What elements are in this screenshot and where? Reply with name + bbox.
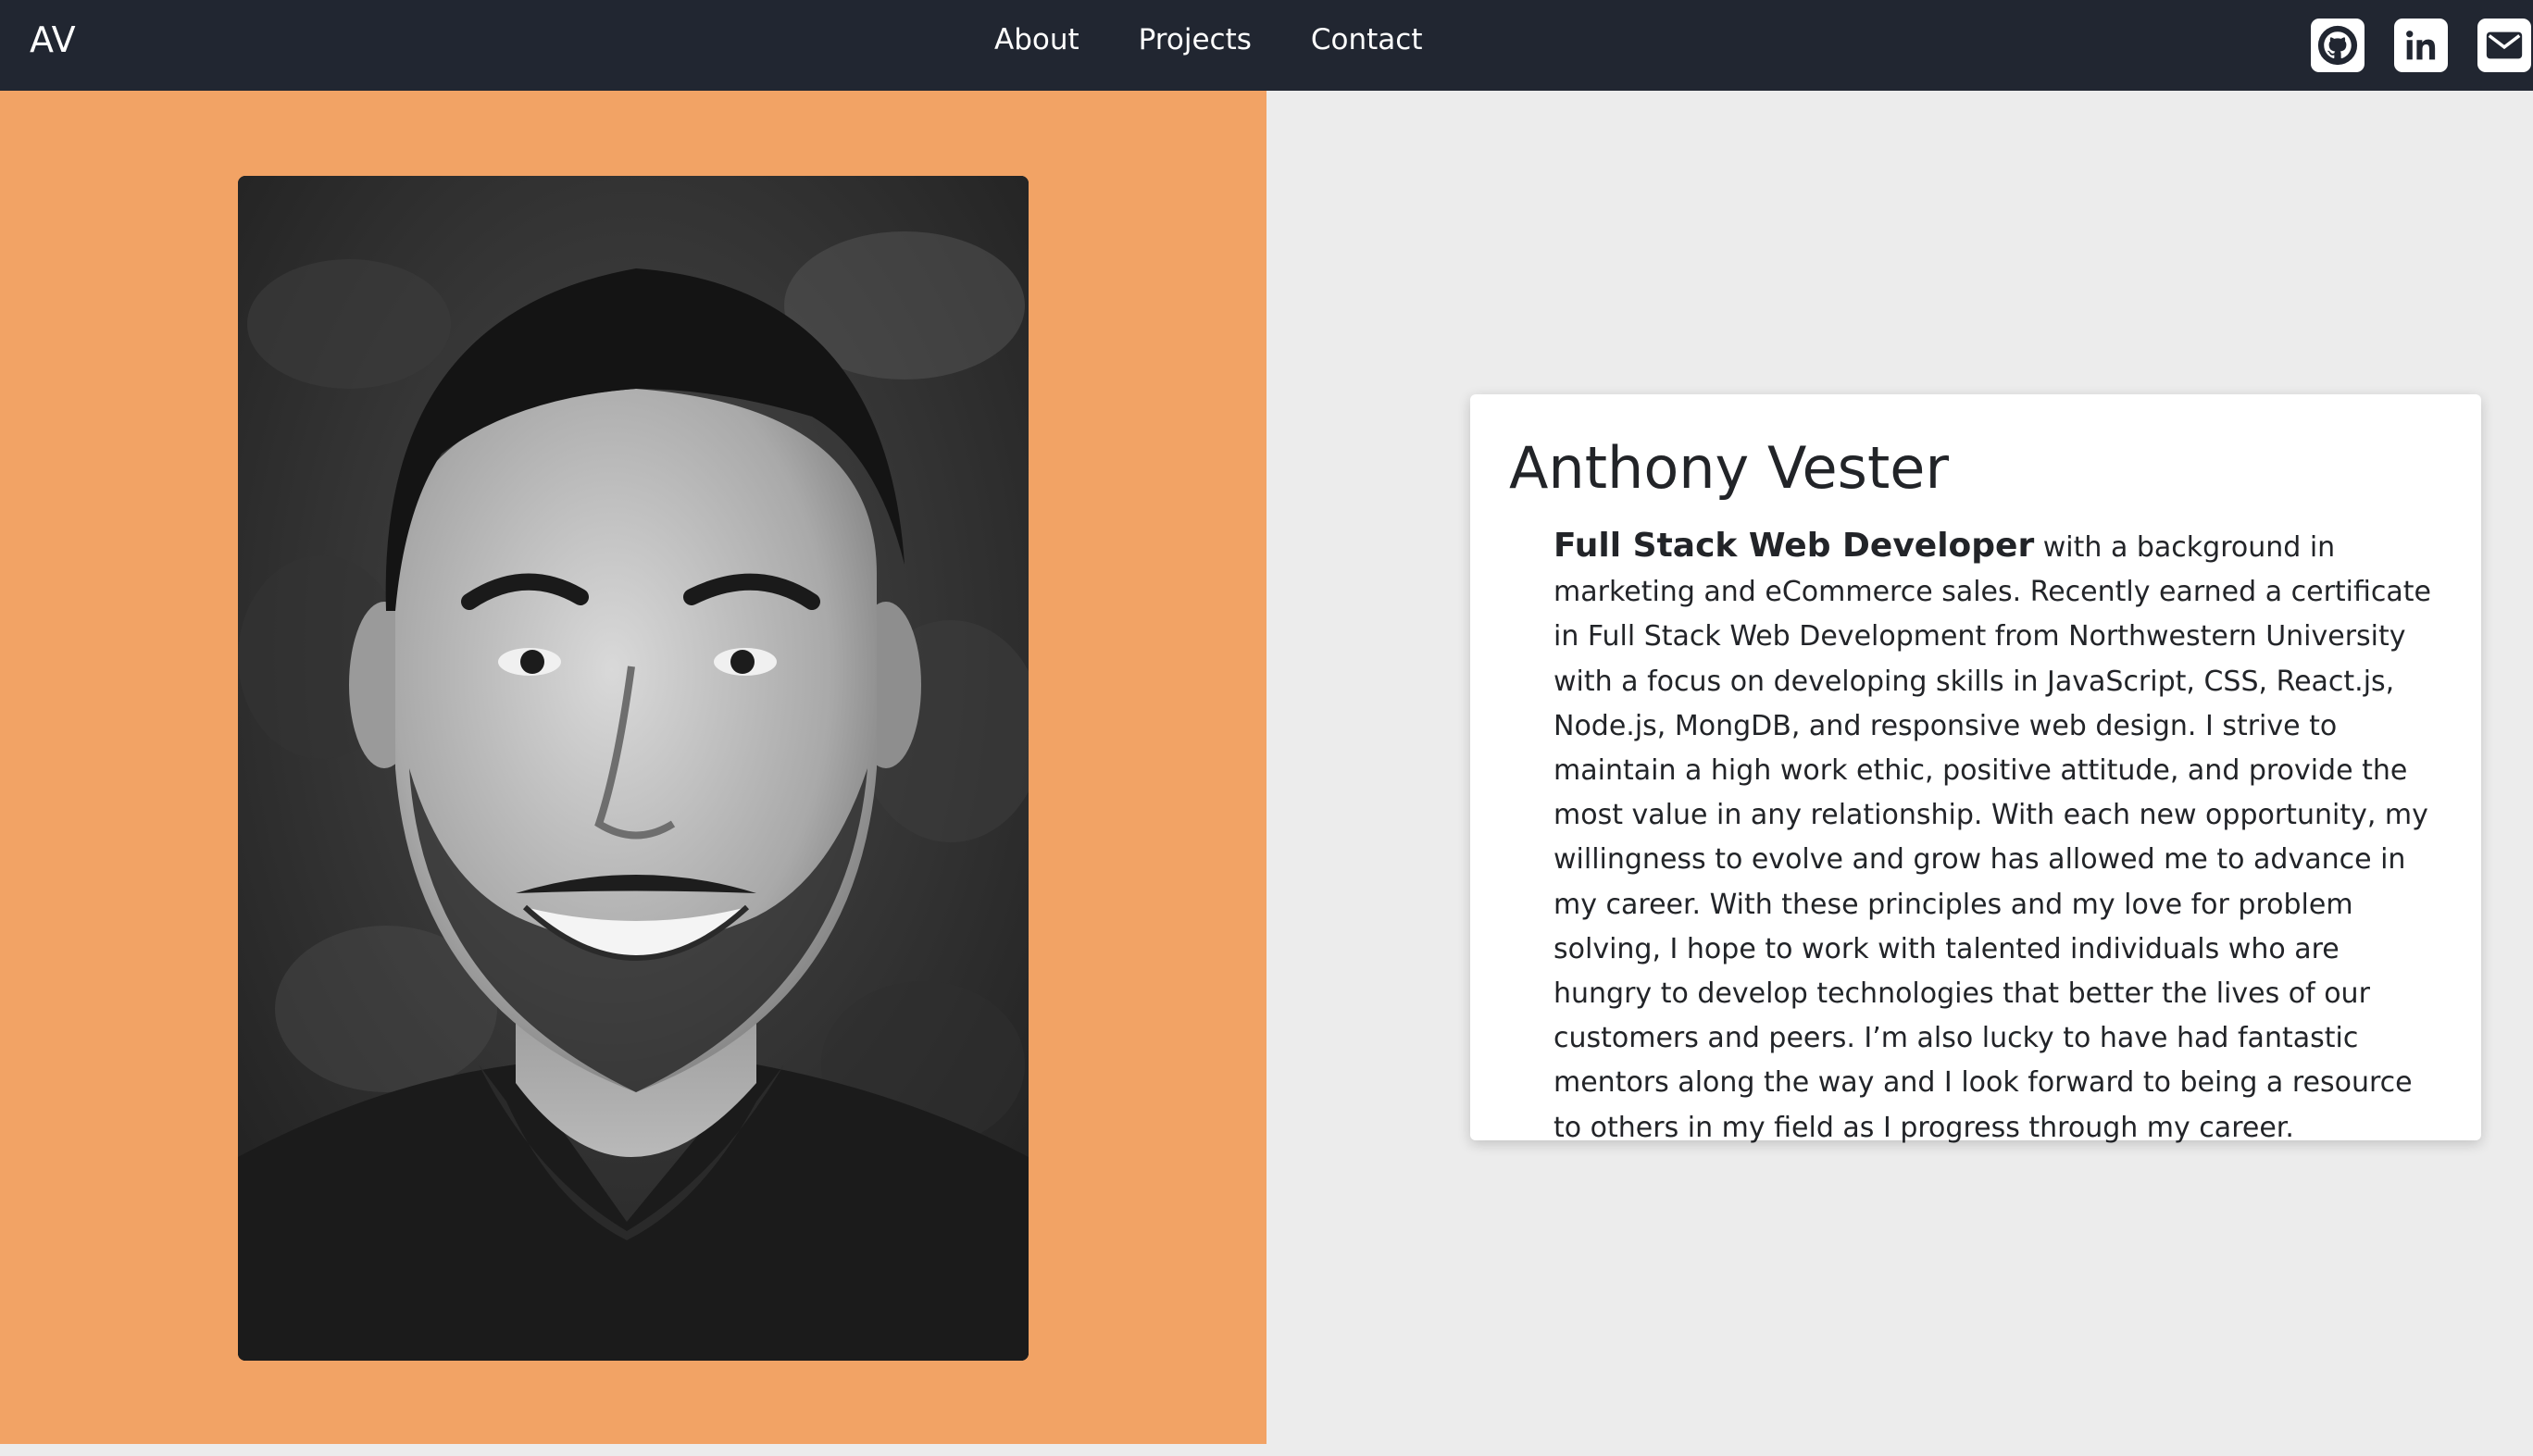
profile-photo [238,176,1029,1361]
top-navbar: AV About Projects Contact [0,0,2533,91]
main-nav: About Projects Contact [965,17,1452,63]
linkedin-icon[interactable] [2394,19,2448,72]
profile-name: Anthony Vester [1509,434,1949,502]
nav-link-about[interactable]: About [965,17,1109,63]
bio-body: with a background in marketing and eComm… [1553,531,2432,1144]
nav-link-contact[interactable]: Contact [1281,17,1453,63]
github-icon[interactable] [2311,19,2365,72]
nav-link-projects[interactable]: Projects [1109,17,1281,63]
bio-paragraph: Full Stack Web Developer with a backgrou… [1553,524,2442,1151]
job-title: Full Stack Web Developer [1553,527,2035,565]
bio-card: Anthony Vester Full Stack Web Developer … [1470,394,2481,1144]
brand-logo[interactable]: AV [30,17,76,63]
envelope-icon[interactable] [2477,19,2531,72]
photo-panel [0,91,1266,1444]
social-links [2311,19,2531,72]
